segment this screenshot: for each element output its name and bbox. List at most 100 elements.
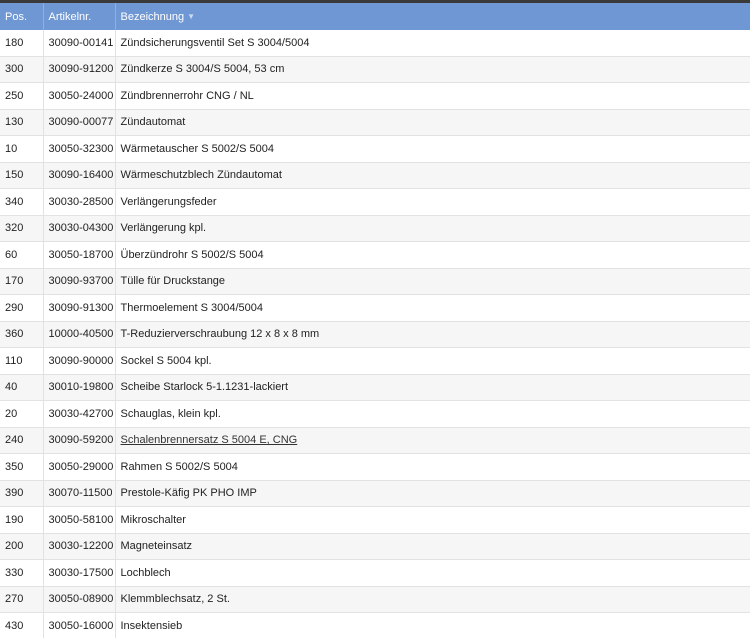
chevron-down-icon[interactable]: ▼: [187, 12, 195, 21]
cell-artikelnr: 30090-59200: [43, 427, 116, 454]
cell-pos: 40: [0, 374, 44, 401]
table-row[interactable]: 240 30090-59200 Schalenbrennersatz S 5004 …: [0, 427, 750, 454]
table-row[interactable]: 170 30090-93700 Tülle für Druckstange: [0, 268, 750, 295]
cell-bezeichnung: Zündsicherungsventil Set S 3004/5004: [115, 30, 750, 57]
table-row[interactable]: 350 30050-29000 Rahmen S 5002/S 5004: [0, 453, 750, 481]
column-header-bezeichnung[interactable]: Bezeichnung ▼: [115, 3, 750, 30]
table-row[interactable]: 320 30030-04300 Verlängerung kpl.: [0, 215, 750, 242]
column-header-artikelnr-label: Artikelnr.: [48, 10, 92, 23]
table-row[interactable]: 330 30030-17500 Lochblech: [0, 559, 750, 587]
cell-pos: 10: [0, 135, 44, 163]
cell-pos: 330: [0, 559, 44, 587]
cell-bezeichnung: Zündkerze S 3004/S 5004, 53 cm: [115, 56, 750, 83]
column-header-artikelnr[interactable]: Artikelnr.: [43, 3, 116, 30]
cell-pos: 240: [0, 427, 44, 454]
table-row[interactable]: 360 10000-40500 T-Reduzierverschraubung 12…: [0, 321, 750, 348]
cell-bezeichnung: Zündautomat: [115, 109, 750, 136]
cell-pos: 170: [0, 268, 44, 295]
cell-artikelnr: 30090-16400: [43, 162, 116, 189]
table-row[interactable]: 10 30050-32300 Wärmetauscher S 5002/S 5004: [0, 135, 750, 163]
cell-pos: 180: [0, 30, 44, 57]
parts-table: Pos. Artikelnr. Bezeichnung ▼ 180 30090-00…: [0, 3, 750, 638]
table-row[interactable]: 340 30030-28500 Verlängerungsfeder: [0, 188, 750, 216]
cell-pos: 130: [0, 109, 44, 136]
cell-artikelnr: 30050-18700: [43, 241, 116, 269]
cell-artikelnr: 30010-19800: [43, 374, 116, 401]
cell-bezeichnung: Verlängerung kpl.: [115, 215, 750, 242]
cell-bezeichnung: Scheibe Starlock 5-1.1231-lackiert: [115, 374, 750, 401]
cell-bezeichnung: Sockel S 5004 kpl.: [115, 347, 750, 375]
cell-bezeichnung: Thermoelement S 3004/5004: [115, 294, 750, 322]
cell-pos: 20: [0, 400, 44, 428]
cell-artikelnr: 30030-04300: [43, 215, 116, 242]
table-row[interactable]: 190 30050-58100 Mikroschalter: [0, 506, 750, 534]
table-header-row: Pos. Artikelnr. Bezeichnung ▼: [0, 3, 750, 30]
table-row[interactable]: 20 30030-42700 Schauglas, klein kpl.: [0, 400, 750, 428]
cell-pos: 290: [0, 294, 44, 322]
table-row[interactable]: 200 30030-12200 Magneteinsatz: [0, 533, 750, 560]
cell-artikelnr: 30050-29000: [43, 453, 116, 481]
cell-bezeichnung: Schalenbrennersatz S 5004 E, CNG: [115, 427, 750, 454]
cell-pos: 320: [0, 215, 44, 242]
cell-bezeichnung: Klemmblechsatz, 2 St.: [115, 586, 750, 613]
table-row[interactable]: 180 30090-00141 Zündsicherungsventil Set S…: [0, 30, 750, 57]
cell-pos: 200: [0, 533, 44, 560]
cell-pos: 390: [0, 480, 44, 507]
cell-artikelnr: 30070-11500: [43, 480, 116, 507]
cell-bezeichnung: T-Reduzierverschraubung 12 x 8 x 8 mm: [115, 321, 750, 348]
cell-artikelnr: 30090-00141: [43, 30, 116, 57]
cell-pos: 350: [0, 453, 44, 481]
cell-pos: 190: [0, 506, 44, 534]
cell-artikelnr: 30030-42700: [43, 400, 116, 428]
cell-bezeichnung: Überzündrohr S 5002/S 5004: [115, 241, 750, 269]
cell-artikelnr: 30050-16000: [43, 612, 116, 638]
cell-artikelnr: 30050-58100: [43, 506, 116, 534]
cell-bezeichnung: Verlängerungsfeder: [115, 188, 750, 216]
cell-bezeichnung: Wärmeschutzblech Zündautomat: [115, 162, 750, 189]
cell-pos: 340: [0, 188, 44, 216]
cell-artikelnr: 30090-93700: [43, 268, 116, 295]
table-row[interactable]: 40 30010-19800 Scheibe Starlock 5-1.1231-l…: [0, 374, 750, 401]
bezeichnung-link[interactable]: Schalenbrennersatz S 5004 E, CNG: [121, 434, 298, 446]
cell-bezeichnung: Wärmetauscher S 5002/S 5004: [115, 135, 750, 163]
cell-artikelnr: 30090-91300: [43, 294, 116, 322]
cell-bezeichnung: Schauglas, klein kpl.: [115, 400, 750, 428]
cell-artikelnr: 30050-32300: [43, 135, 116, 163]
cell-pos: 150: [0, 162, 44, 189]
cell-artikelnr: 30030-28500: [43, 188, 116, 216]
cell-bezeichnung: Prestole-Käfig PK PHO IMP: [115, 480, 750, 507]
column-header-pos-label: Pos.: [5, 10, 28, 23]
cell-artikelnr: 30090-00077: [43, 109, 116, 136]
table-row[interactable]: 110 30090-90000 Sockel S 5004 kpl.: [0, 347, 750, 375]
table-row[interactable]: 300 30090-91200 Zündkerze S 3004/S 5004, 5…: [0, 56, 750, 83]
table-row[interactable]: 430 30050-16000 Insektensieb: [0, 612, 750, 638]
table-row[interactable]: 290 30090-91300 Thermoelement S 3004/5004: [0, 294, 750, 322]
table-row[interactable]: 150 30090-16400 Wärmeschutzblech Zündautom…: [0, 162, 750, 189]
table-row[interactable]: 270 30050-08900 Klemmblechsatz, 2 St.: [0, 586, 750, 613]
table-row[interactable]: 250 30050-24000 Zündbrennerrohr CNG / NL: [0, 82, 750, 110]
cell-bezeichnung: Tülle für Druckstange: [115, 268, 750, 295]
cell-pos: 360: [0, 321, 44, 348]
cell-bezeichnung: Lochblech: [115, 559, 750, 587]
cell-pos: 430: [0, 612, 44, 638]
cell-artikelnr: 30030-17500: [43, 559, 116, 587]
cell-pos: 60: [0, 241, 44, 269]
cell-bezeichnung: Zündbrennerrohr CNG / NL: [115, 82, 750, 110]
cell-pos: 270: [0, 586, 44, 613]
cell-bezeichnung: Mikroschalter: [115, 506, 750, 534]
cell-artikelnr: 30050-08900: [43, 586, 116, 613]
cell-pos: 110: [0, 347, 44, 375]
column-header-pos[interactable]: Pos.: [0, 3, 44, 30]
table-row[interactable]: 130 30090-00077 Zündautomat: [0, 109, 750, 136]
cell-artikelnr: 30050-24000: [43, 82, 116, 110]
cell-pos: 250: [0, 82, 44, 110]
cell-artikelnr: 30030-12200: [43, 533, 116, 560]
cell-bezeichnung: Rahmen S 5002/S 5004: [115, 453, 750, 481]
table-row[interactable]: 60 30050-18700 Überzündrohr S 5002/S 5004: [0, 241, 750, 269]
cell-bezeichnung: Magneteinsatz: [115, 533, 750, 560]
cell-bezeichnung: Insektensieb: [115, 612, 750, 638]
cell-artikelnr: 30090-91200: [43, 56, 116, 83]
cell-artikelnr: 10000-40500: [43, 321, 116, 348]
cell-pos: 300: [0, 56, 44, 83]
table-row[interactable]: 390 30070-11500 Prestole-Käfig PK PHO IMP: [0, 480, 750, 507]
